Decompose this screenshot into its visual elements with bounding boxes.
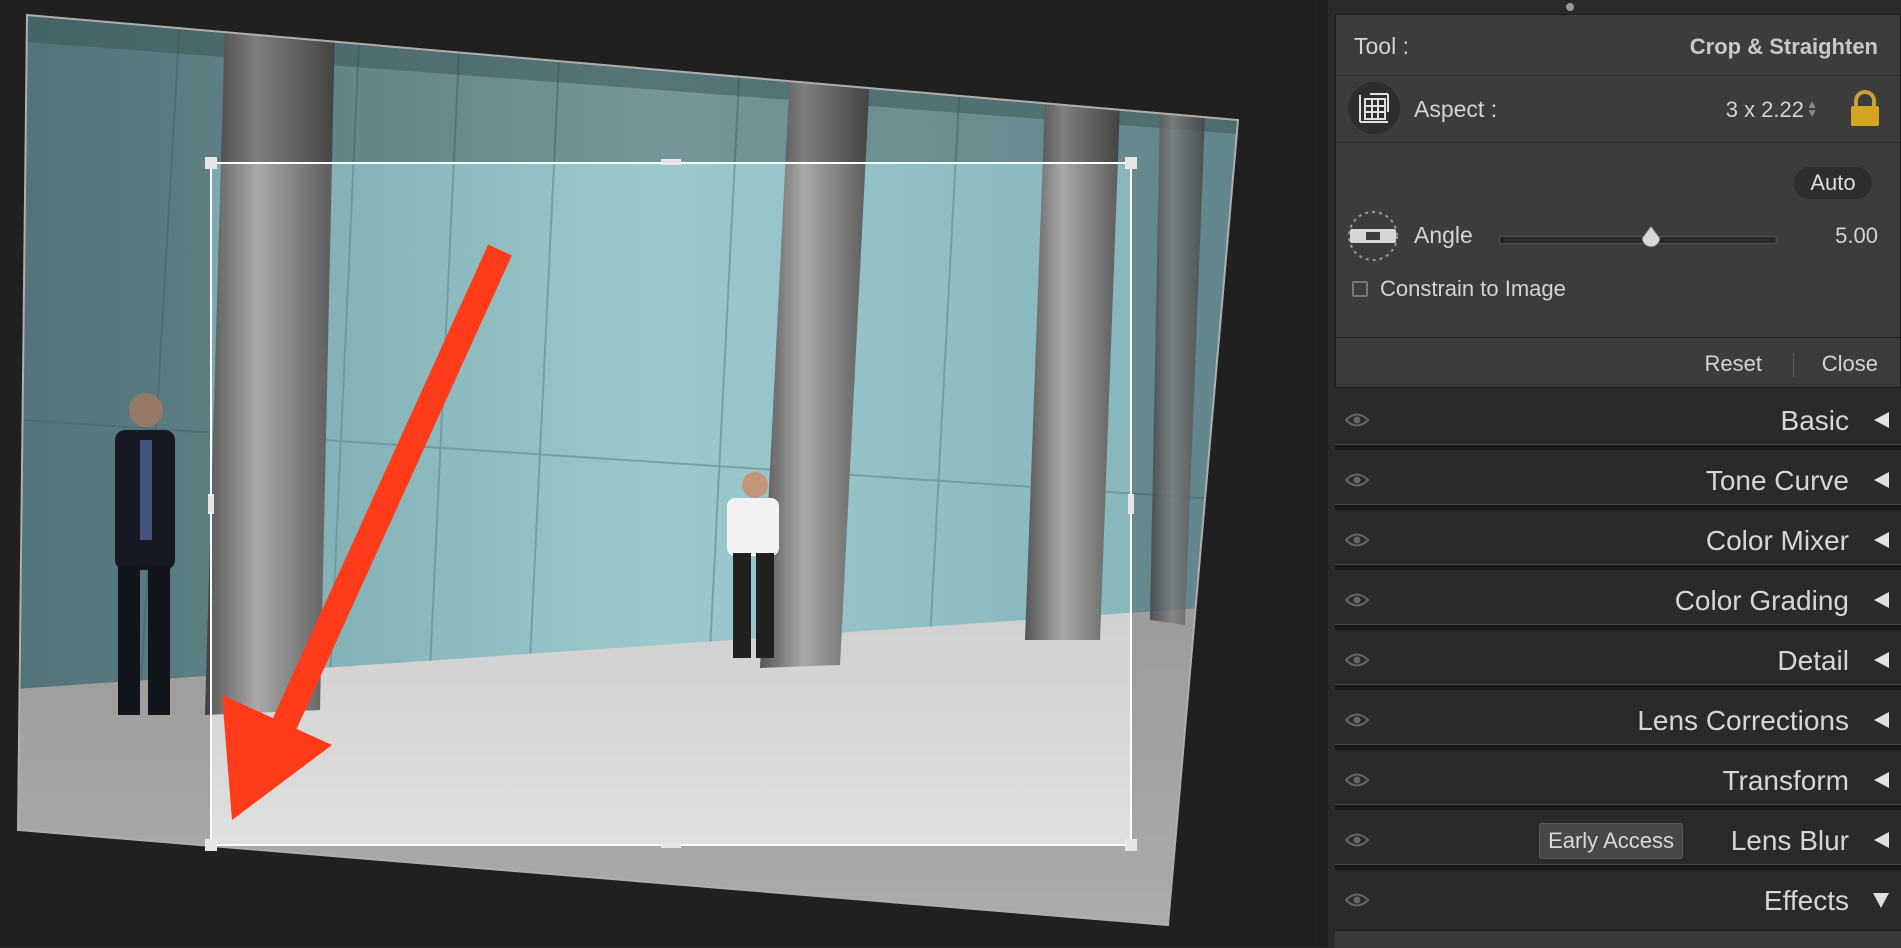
section-title[interactable]: Lens Blur bbox=[1731, 825, 1849, 857]
section-tone-curve[interactable]: Tone Curve bbox=[1335, 454, 1901, 510]
section-title[interactable]: Color Grading bbox=[1675, 585, 1849, 617]
develop-right-panel: Tool : Crop & Straighten Aspect : 3 x 2.… bbox=[1318, 0, 1901, 948]
aspect-label: Aspect : bbox=[1414, 96, 1498, 122]
triangle-left-icon[interactable] bbox=[1871, 710, 1891, 730]
triangle-down-icon[interactable] bbox=[1871, 890, 1891, 910]
reset-button[interactable]: Reset bbox=[1705, 351, 1762, 377]
section-lens-corrections[interactable]: Lens Corrections bbox=[1335, 694, 1901, 750]
eye-icon[interactable] bbox=[1344, 832, 1370, 848]
lock-icon[interactable] bbox=[1848, 90, 1882, 128]
constrain-checkbox[interactable] bbox=[1352, 281, 1368, 297]
close-button[interactable]: Close bbox=[1822, 351, 1878, 377]
section-detail[interactable]: Detail bbox=[1335, 634, 1901, 690]
crop-grid-icon[interactable] bbox=[1348, 82, 1400, 134]
stepper-icon[interactable]: ▲ ▼ bbox=[1806, 98, 1818, 119]
section-title[interactable]: Lens Corrections bbox=[1637, 705, 1849, 737]
early-access-badge[interactable]: Early Access bbox=[1539, 823, 1683, 859]
tool-value: Crop & Straighten bbox=[1689, 34, 1878, 59]
triangle-left-icon[interactable] bbox=[1871, 770, 1891, 790]
photo-svg bbox=[0, 0, 1318, 947]
angle-slider-track[interactable] bbox=[1499, 236, 1777, 244]
eye-icon[interactable] bbox=[1344, 892, 1370, 908]
eye-icon[interactable] bbox=[1344, 712, 1370, 728]
triangle-left-icon[interactable] bbox=[1871, 590, 1891, 610]
auto-button[interactable]: Auto bbox=[1794, 167, 1872, 199]
panel-top-scroll[interactable] bbox=[1350, 0, 1901, 15]
triangle-left-icon[interactable] bbox=[1871, 650, 1891, 670]
section-title[interactable]: Tone Curve bbox=[1706, 465, 1849, 497]
section-title[interactable]: Color Mixer bbox=[1706, 525, 1849, 557]
eye-icon[interactable] bbox=[1344, 532, 1370, 548]
eye-icon[interactable] bbox=[1344, 652, 1370, 668]
angle-label: Angle bbox=[1414, 222, 1473, 248]
button-divider bbox=[1793, 353, 1794, 377]
tool-label: Tool : bbox=[1354, 33, 1409, 59]
aspect-select[interactable]: 3 x 2.22 bbox=[1726, 97, 1804, 123]
constrain-row[interactable]: Constrain to Image bbox=[1336, 267, 1900, 317]
panel-divider[interactable] bbox=[1318, 0, 1328, 947]
level-icon[interactable] bbox=[1344, 209, 1402, 263]
eye-icon[interactable] bbox=[1344, 592, 1370, 608]
section-basic[interactable]: Basic bbox=[1335, 394, 1901, 450]
effects-content-edge bbox=[1335, 930, 1901, 948]
tool-row: Tool : Crop & Straighten bbox=[1336, 15, 1900, 75]
scroll-dot bbox=[1566, 3, 1574, 11]
eye-icon[interactable] bbox=[1344, 412, 1370, 428]
section-title[interactable]: Transform bbox=[1722, 765, 1849, 797]
triangle-left-icon[interactable] bbox=[1871, 830, 1891, 850]
aspect-row: Aspect : 3 x 2.22 ▲ ▼ bbox=[1336, 76, 1900, 142]
section-title[interactable]: Effects bbox=[1764, 885, 1849, 917]
reset-close-row: Reset Close bbox=[1336, 338, 1900, 388]
section-color-mixer[interactable]: Color Mixer bbox=[1335, 514, 1901, 570]
eye-icon[interactable] bbox=[1344, 772, 1370, 788]
section-color-grading[interactable]: Color Grading bbox=[1335, 574, 1901, 630]
triangle-left-icon[interactable] bbox=[1871, 530, 1891, 550]
section-title[interactable]: Basic bbox=[1781, 405, 1849, 437]
eye-icon[interactable] bbox=[1344, 472, 1370, 488]
constrain-label[interactable]: Constrain to Image bbox=[1380, 276, 1566, 302]
triangle-left-icon[interactable] bbox=[1871, 470, 1891, 490]
triangle-left-icon[interactable] bbox=[1871, 410, 1891, 430]
angle-value[interactable]: 5.00 bbox=[1835, 223, 1878, 249]
section-effects[interactable]: Effects bbox=[1335, 874, 1901, 930]
angle-row: Angle 5.00 bbox=[1336, 207, 1900, 267]
crop-tool-panel: Tool : Crop & Straighten Aspect : 3 x 2.… bbox=[1335, 14, 1901, 388]
section-lens-blur[interactable]: Early Access Lens Blur bbox=[1335, 814, 1901, 870]
section-title[interactable]: Detail bbox=[1777, 645, 1849, 677]
photo-canvas[interactable] bbox=[0, 0, 1318, 947]
angle-slider-thumb[interactable] bbox=[1640, 225, 1662, 251]
section-transform[interactable]: Transform bbox=[1335, 754, 1901, 810]
